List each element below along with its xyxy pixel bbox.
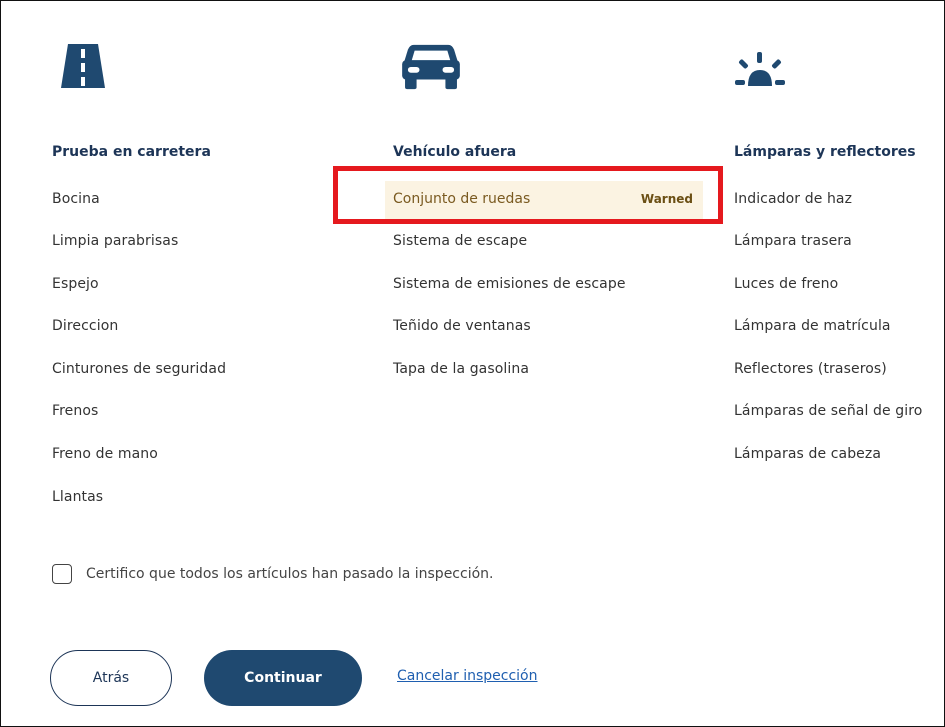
column-title: Vehículo afuera <box>393 144 517 160</box>
checklist-item[interactable]: Lámparas de señal de giro <box>734 403 922 419</box>
checklist-item[interactable]: Luces de freno <box>734 276 838 292</box>
checklist-item[interactable]: Lámpara de matrícula <box>734 318 891 334</box>
highlight-annotation <box>333 166 723 224</box>
checklist-item[interactable]: Lámpara trasera <box>734 233 852 249</box>
checklist-item[interactable]: Bocina <box>52 191 100 207</box>
column-title: Lámparas y reflectores <box>734 144 916 160</box>
cancel-inspection-link[interactable]: Cancelar inspección <box>397 668 538 684</box>
lamp-icon <box>735 52 785 86</box>
certify-row[interactable]: Certifico que todos los artículos han pa… <box>52 564 493 584</box>
checklist-item[interactable]: Cinturones de seguridad <box>52 361 226 377</box>
column-title: Prueba en carretera <box>52 144 211 160</box>
checklist-item[interactable]: Indicador de haz <box>734 191 852 207</box>
continue-button[interactable]: Continuar <box>204 650 362 706</box>
checklist-item[interactable]: Reflectores (traseros) <box>734 361 887 377</box>
checklist-item[interactable]: Sistema de emisiones de escape <box>393 276 626 292</box>
road-icon <box>61 44 105 88</box>
checklist-item[interactable]: Llantas <box>52 489 103 505</box>
checklist-item[interactable]: Tapa de la gasolina <box>393 361 529 377</box>
checklist-item[interactable]: Frenos <box>52 403 98 419</box>
checklist-item[interactable]: Sistema de escape <box>393 233 527 249</box>
checklist-item[interactable]: Freno de mano <box>52 446 158 462</box>
back-button[interactable]: Atrás <box>50 650 172 706</box>
car-front-icon <box>402 44 460 90</box>
checklist-item[interactable]: Espejo <box>52 276 99 292</box>
inspection-panel: Prueba en carretera Bocina Limpia parabr… <box>0 0 945 727</box>
certify-label: Certifico que todos los artículos han pa… <box>86 566 494 582</box>
checklist-item[interactable]: Direccion <box>52 318 118 334</box>
certify-checkbox[interactable] <box>52 564 72 584</box>
checklist-item[interactable]: Lámparas de cabeza <box>734 446 881 462</box>
checklist-item[interactable]: Teñido de ventanas <box>393 318 531 334</box>
checklist-item[interactable]: Limpia parabrisas <box>52 233 178 249</box>
